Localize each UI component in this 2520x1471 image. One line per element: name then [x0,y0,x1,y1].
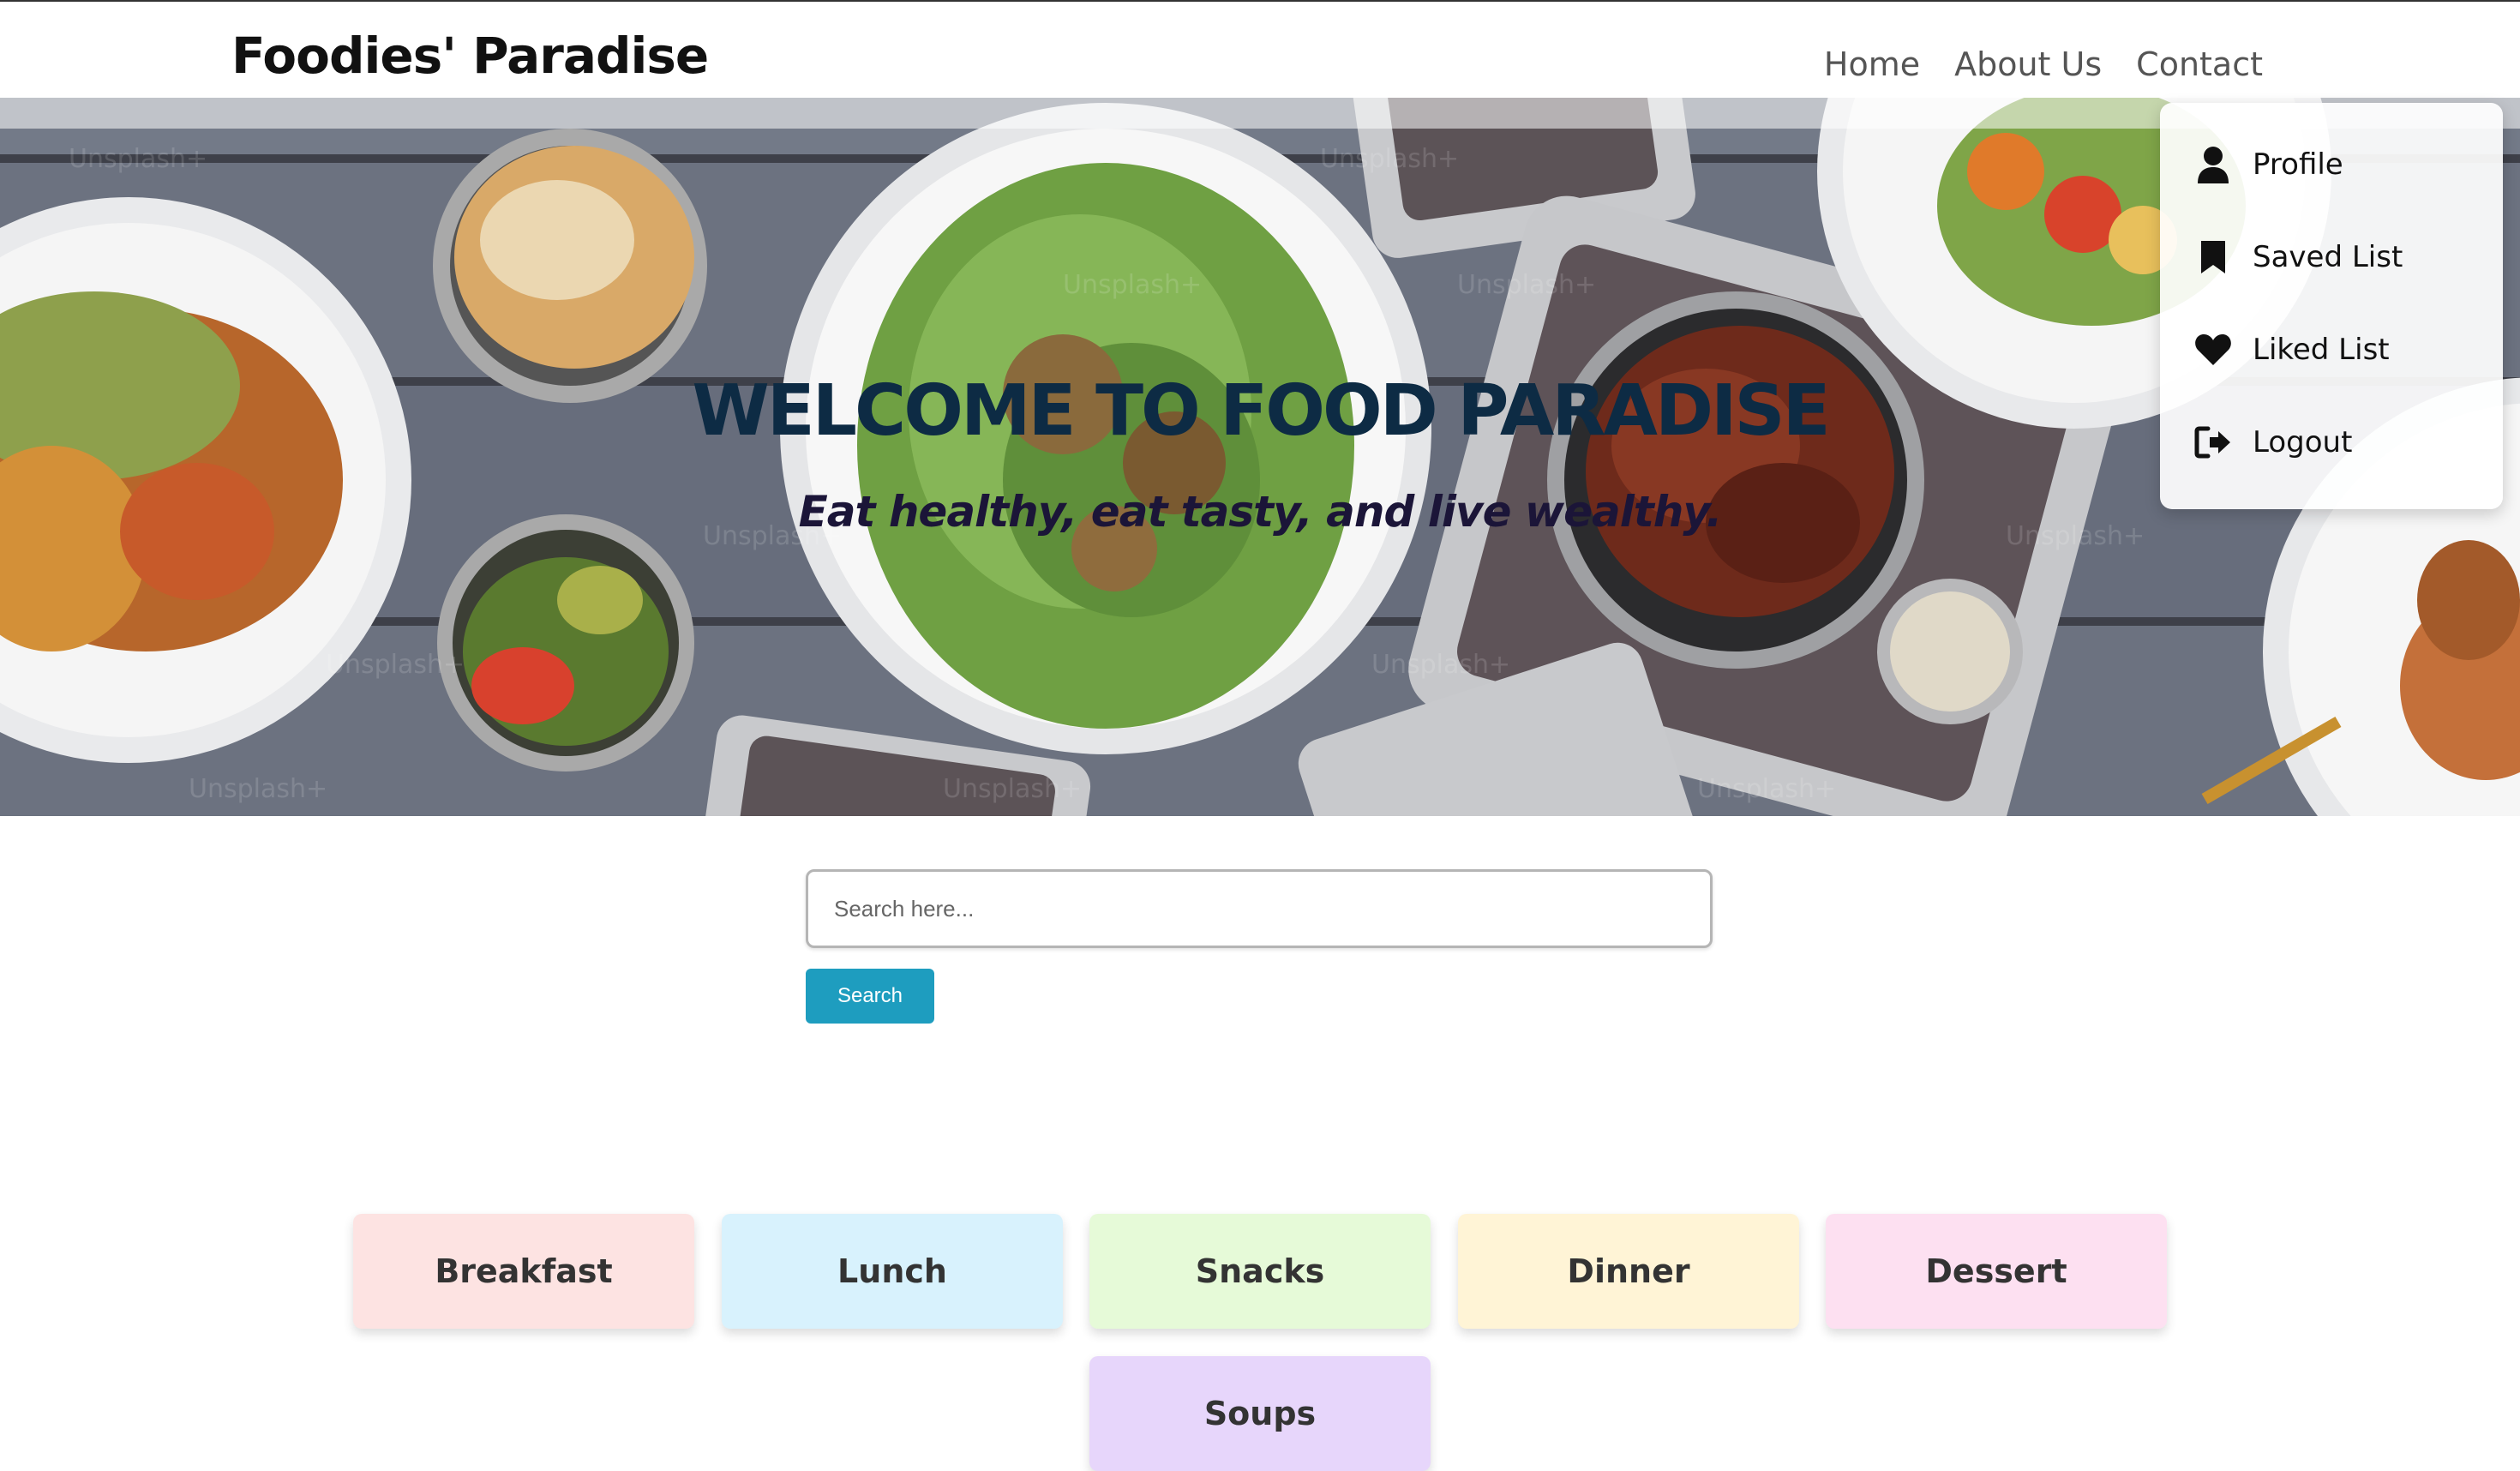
dropdown-item-label: Logout [2253,425,2353,459]
svg-text:Unsplash+: Unsplash+ [69,144,207,174]
hero-title: WELCOME TO FOOD PARADISE [692,370,1830,452]
svg-text:Unsplash+: Unsplash+ [1063,270,1202,300]
brand-logo[interactable]: Foodies' Paradise [231,31,709,81]
svg-text:Unsplash+: Unsplash+ [1371,650,1510,680]
search-button[interactable]: Search [806,969,934,1024]
svg-text:Unsplash+: Unsplash+ [1697,774,1836,804]
dropdown-item-label: Liked List [2253,333,2390,367]
header-backdrop [0,98,2520,129]
category-soups[interactable]: Soups [1089,1356,1431,1471]
category-snacks[interactable]: Snacks [1089,1214,1431,1329]
nav-home[interactable]: Home [1824,48,1920,81]
dropdown-item-label: Saved List [2253,240,2403,274]
user-icon [2194,146,2232,183]
category-breakfast[interactable]: Breakfast [353,1214,694,1329]
category-dinner[interactable]: Dinner [1458,1214,1799,1329]
nav-about-us[interactable]: About Us [1954,48,2102,81]
nav-contact[interactable]: Contact [2136,48,2263,81]
hero-subtitle: Eat healthy, eat tasty, and live wealthy… [798,487,1723,537]
search-input[interactable] [806,869,1713,948]
svg-text:Unsplash+: Unsplash+ [326,650,465,680]
svg-text:Unsplash+: Unsplash+ [1320,144,1459,174]
category-dessert[interactable]: Dessert [1826,1214,2167,1329]
svg-text:Unsplash+: Unsplash+ [189,774,327,804]
dropdown-item-logout[interactable]: Logout [2194,423,2352,461]
dropdown-item-profile[interactable]: Profile [2194,146,2343,183]
logout-icon [2194,423,2232,461]
dropdown-item-saved-list[interactable]: Saved List [2194,238,2403,276]
bookmark-icon [2194,238,2232,276]
svg-text:Unsplash+: Unsplash+ [943,774,1082,804]
main-nav: Home About Us Contact [1824,48,2263,81]
dropdown-item-label: Profile [2253,147,2343,182]
svg-text:Unsplash+: Unsplash+ [1457,270,1596,300]
site-header: Foodies' Paradise Home About Us Contact [0,0,2520,98]
category-lunch[interactable]: Lunch [722,1214,1063,1329]
user-dropdown-menu: Profile Saved List Liked List Logout [2160,103,2503,509]
heart-icon [2194,331,2232,369]
dropdown-item-liked-list[interactable]: Liked List [2194,331,2390,369]
